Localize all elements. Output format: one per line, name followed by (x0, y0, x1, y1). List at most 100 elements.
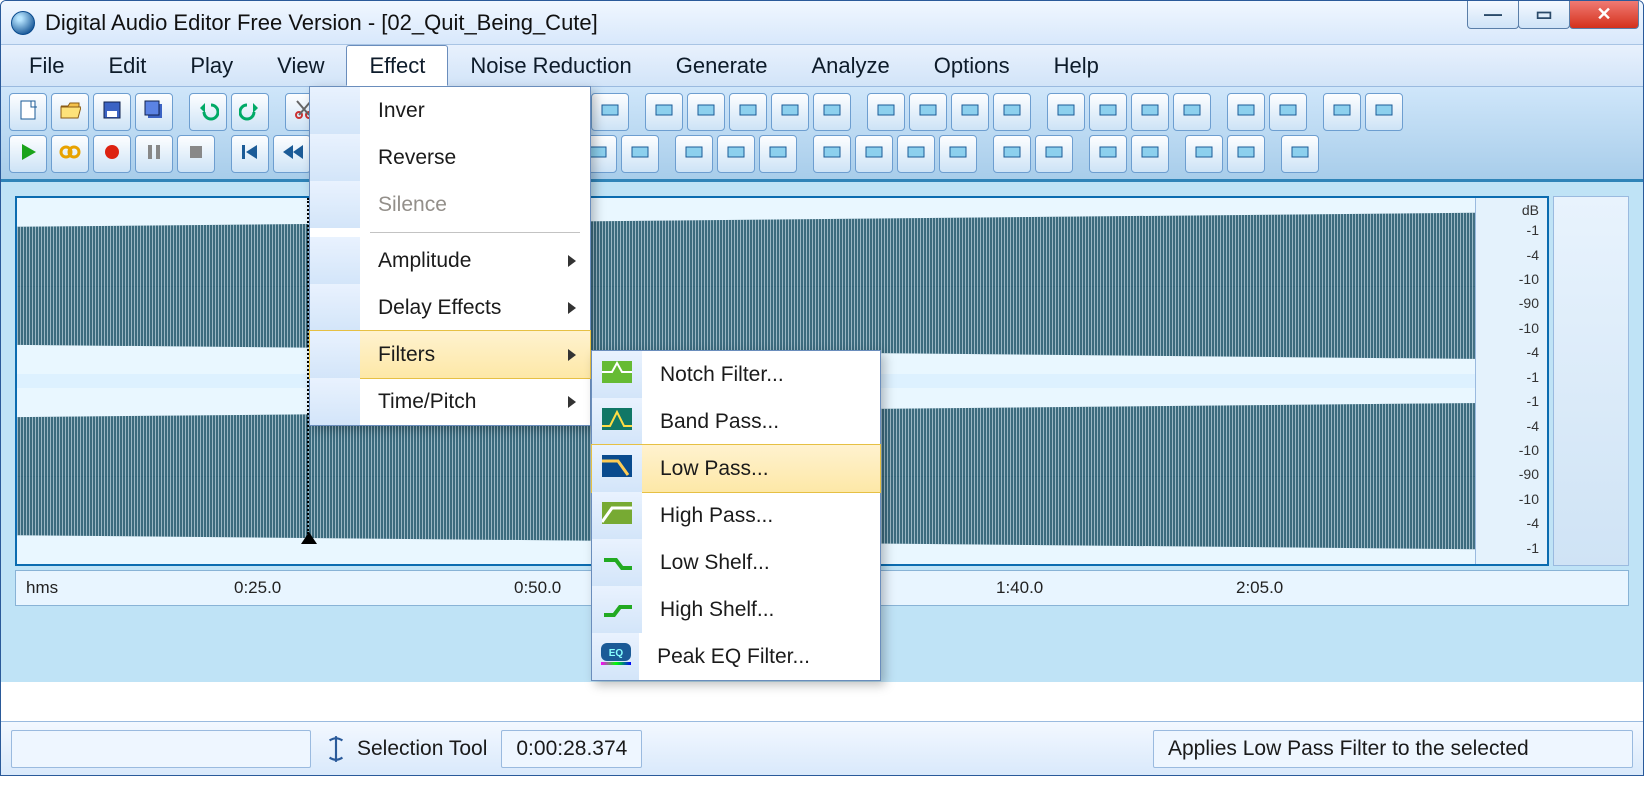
menubar: FileEditPlayViewEffectNoise ReductionGen… (1, 45, 1643, 87)
effect-item-filters[interactable]: Filters (310, 331, 590, 378)
toolbar-invert-button[interactable] (1131, 93, 1169, 131)
filter-item-notch[interactable]: Notch Filter... (592, 351, 880, 398)
toolbar-normalize-button[interactable] (867, 93, 905, 131)
vertical-scrollbar[interactable] (1553, 196, 1629, 566)
db-tick: -4 (1480, 418, 1539, 434)
filter-item-band[interactable]: Band Pass... (592, 398, 880, 445)
effect-item-time-pitch[interactable]: Time/Pitch (310, 378, 590, 425)
rew-icon (281, 141, 303, 168)
menu-analyze[interactable]: Analyze (790, 45, 912, 86)
toolbar-back-button[interactable] (717, 135, 755, 173)
noise-icon (1277, 99, 1299, 126)
toolbar-wave1-button[interactable] (993, 135, 1031, 173)
toolbar-play-button[interactable] (9, 135, 47, 173)
filter-item-lowpass[interactable]: Low Pass... (592, 445, 880, 492)
effect-item-inver[interactable]: Inver (310, 87, 590, 134)
effect-item-reverse[interactable]: Reverse (310, 134, 590, 181)
sel-end-icon (821, 99, 843, 126)
effect-item-delay-effects[interactable]: Delay Effects (310, 284, 590, 331)
toolbar-w-b-button[interactable] (1131, 135, 1169, 173)
toolbar-amplify-button[interactable] (909, 93, 947, 131)
menu-view[interactable]: View (255, 45, 346, 86)
toolbar-redo-button[interactable] (231, 93, 269, 131)
stop-icon (185, 141, 207, 168)
save-icon (101, 99, 123, 126)
toolbar-fade-in-button[interactable] (951, 93, 989, 131)
toolbar-shelf1-button[interactable] (1185, 135, 1223, 173)
toolbar-stop-button[interactable] (177, 135, 215, 173)
waveform-channel-left (17, 198, 1547, 374)
equal-icon (767, 141, 789, 168)
toolbar-eq-button[interactable] (1281, 135, 1319, 173)
db-tick: -90 (1480, 466, 1539, 482)
toolbar-trim-start-button[interactable] (645, 93, 683, 131)
invert-icon (1139, 99, 1161, 126)
toolbar-ch-down-button[interactable] (855, 135, 893, 173)
filters-submenu: Notch Filter...Band Pass...Low Pass...Hi… (591, 350, 881, 681)
toolbar-save-button[interactable] (93, 93, 131, 131)
toolbar-w-a-button[interactable] (1089, 135, 1127, 173)
sel-start-icon (779, 99, 801, 126)
toolbar-pause-button[interactable] (135, 135, 173, 173)
toolbar-spectrum-button[interactable] (1365, 93, 1403, 131)
toolbar-surround-button[interactable] (1323, 93, 1361, 131)
toolbar-loop-button[interactable] (51, 135, 89, 173)
toolbar-shelf2-button[interactable] (1227, 135, 1265, 173)
menu-noise-reduction[interactable]: Noise Reduction (448, 45, 653, 86)
toolbar-ch-up-button[interactable] (813, 135, 851, 173)
toolbar-zoom-v-out-button[interactable] (621, 135, 659, 173)
menu-generate[interactable]: Generate (654, 45, 790, 86)
menu-play[interactable]: Play (168, 45, 255, 86)
toolbar-file-new-button[interactable] (9, 93, 47, 131)
ch-stereo-icon (947, 141, 969, 168)
toolbar-fade-out-button[interactable] (993, 93, 1031, 131)
loop-icon (59, 141, 81, 168)
menu-edit[interactable]: Edit (86, 45, 168, 86)
minimize-button[interactable]: — (1467, 1, 1519, 29)
db-tick: -10 (1480, 442, 1539, 458)
filter-item-eq[interactable]: EQPeak EQ Filter... (592, 633, 880, 680)
toolbar-trim-both-button[interactable] (729, 93, 767, 131)
filter-item-highpass[interactable]: High Pass... (592, 492, 880, 539)
toolbar-wave2-button[interactable] (1035, 135, 1073, 173)
playhead-marker[interactable] (301, 532, 317, 544)
submenu-arrow-icon (568, 349, 576, 361)
toolbar-ch-stereo-button[interactable] (939, 135, 977, 173)
toolbar-rew-button[interactable] (273, 135, 311, 173)
toolbar-record-button[interactable] (93, 135, 131, 173)
toolbar-equal-button[interactable] (759, 135, 797, 173)
toolbar-silence-button[interactable] (1173, 93, 1211, 131)
toolbar-undo-button[interactable] (189, 93, 227, 131)
toolbar-tone-button[interactable] (1227, 93, 1265, 131)
filter-item-highshelf[interactable]: High Shelf... (592, 586, 880, 633)
menu-file[interactable]: File (7, 45, 86, 86)
toolbar-trim-end-button[interactable] (687, 93, 725, 131)
toolbar-row-2 (9, 133, 1635, 175)
status-position: 0:00:28.374 (501, 730, 642, 768)
effect-item-amplitude[interactable]: Amplitude (310, 237, 590, 284)
filter-item-lowshelf[interactable]: Low Shelf... (592, 539, 880, 586)
toolbar-noise-button[interactable] (1269, 93, 1307, 131)
toolbar-stretch-button[interactable] (1047, 93, 1085, 131)
toolbar-sel-end-button[interactable] (813, 93, 851, 131)
window-controls: — ▭ ✕ (1468, 1, 1639, 29)
reverse-icon (1097, 99, 1119, 126)
prev-icon (239, 141, 261, 168)
maximize-button[interactable]: ▭ (1518, 1, 1570, 29)
toolbar-ch-mono-button[interactable] (897, 135, 935, 173)
toolbar-sel-start-button[interactable] (771, 93, 809, 131)
toolbar-save-all-button[interactable] (135, 93, 173, 131)
app-icon (11, 11, 35, 35)
menu-options[interactable]: Options (912, 45, 1032, 86)
toolbar-delete-button[interactable] (591, 93, 629, 131)
close-button[interactable]: ✕ (1569, 1, 1639, 29)
toolbar-prev-button[interactable] (231, 135, 269, 173)
effect-menu: InverReverseSilenceAmplitudeDelay Effect… (309, 86, 591, 426)
menu-help[interactable]: Help (1032, 45, 1121, 86)
toolbar-reverse-button[interactable] (1089, 93, 1127, 131)
toolbar-shuffle-button[interactable] (675, 135, 713, 173)
menu-effect[interactable]: Effect (346, 45, 448, 86)
pause-icon (143, 141, 165, 168)
toolbar-file-open-button[interactable] (51, 93, 89, 131)
status-hint: Applies Low Pass Filter to the selected (1153, 730, 1633, 768)
